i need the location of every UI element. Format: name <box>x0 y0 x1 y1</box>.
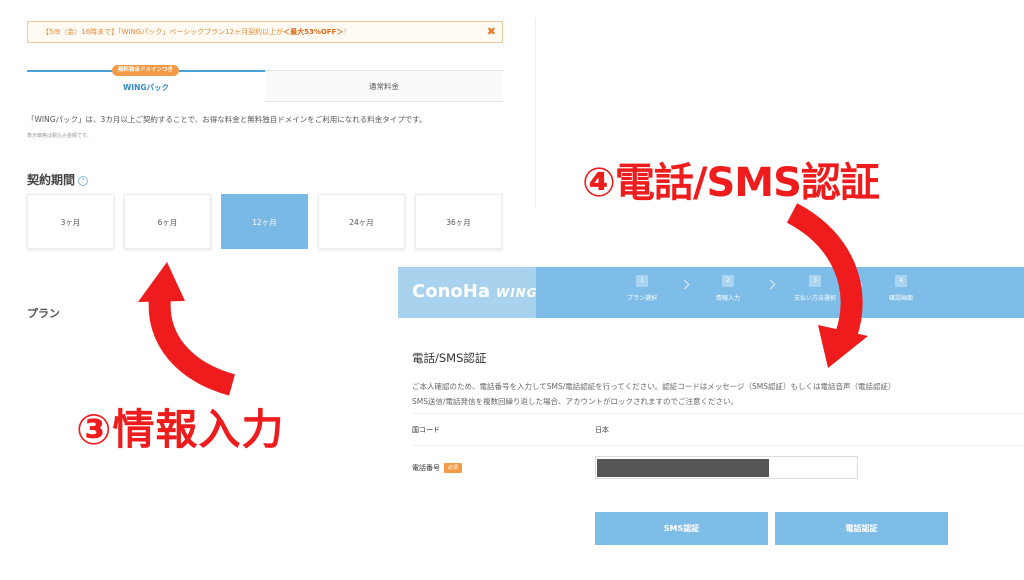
country-code-value: 日本 <box>595 426 609 434</box>
phone-number-label-row: 電話番号 必須 <box>412 463 463 473</box>
verification-description: ご本人確認のため、電話番号を入力してSMS/電話認証を行ってください。認証コード… <box>412 379 896 409</box>
step-number: 3 <box>809 275 821 287</box>
tab-wing-pack-label: WINGパック <box>123 83 169 92</box>
chevron-right-icon <box>852 279 863 290</box>
banner-highlight: ＜最大53%OFF＞ <box>283 28 344 36</box>
step-label: 確認画面 <box>888 295 913 302</box>
wing-pack-description: 「WINGパック」は、3カ月以上ご契約することで、お得な料金と無料独自ドメインを… <box>27 115 427 124</box>
tab-wing-pack[interactable]: 無料独自ドメインつき WINGパック <box>27 65 265 102</box>
pricing-tabs: 無料独自ドメインつき WINGパック 通常料金 <box>27 65 503 102</box>
step-number: 1 <box>636 275 648 287</box>
period-option-24[interactable]: 24ヶ月 <box>318 194 405 249</box>
sms-auth-button[interactable]: SMS認証 <box>595 512 768 545</box>
description-line-2: SMS送信/電話発信を複数回繰り返した場合、アカウントがロックされますのでご注意… <box>412 397 739 406</box>
banner-text-prefix: 【5/9（金）16時まで】「WINGパック」ベーシックプラン12ヶ月契約以上が <box>42 28 284 36</box>
step-label: プラン選択 <box>626 295 657 302</box>
annotation-step-3: ③情報入力 <box>76 405 285 454</box>
phone-number-input[interactable] <box>595 456 858 479</box>
step-label: 支払い方法選択 <box>793 295 836 302</box>
verification-screenshot: ConoHa WING 1 プラン選択 2 情報入力 3 支払い方法選択 4 確認… <box>398 267 1024 580</box>
description-line-1: ご本人確認のため、電話番号を入力してSMS/電話認証を行ってください。認証コード… <box>412 382 896 391</box>
divider <box>412 413 1024 414</box>
help-icon[interactable]: ? <box>78 176 89 186</box>
header-bar: ConoHa WING 1 プラン選択 2 情報入力 3 支払い方法選択 4 確認… <box>398 267 1024 318</box>
period-option-36[interactable]: 36ヶ月 <box>415 194 502 249</box>
tab-normal-price[interactable]: 通常料金 <box>265 70 503 102</box>
period-option-12[interactable]: 12ヶ月 <box>221 194 308 249</box>
redacted-phone-number <box>597 459 769 477</box>
chevron-right-icon <box>765 279 776 290</box>
price-note: 表示価格は税込み金額です。 <box>27 133 92 139</box>
campaign-banner[interactable]: 【5/9（金）16時まで】「WINGパック」ベーシックプラン12ヶ月契約以上が＜… <box>27 21 503 43</box>
period-option-3[interactable]: 3ヶ月 <box>27 194 114 249</box>
contract-period-label: 契約期間 <box>27 173 76 187</box>
step-info-input: 2 情報入力 <box>693 275 763 302</box>
logo-sub-text: WING <box>495 286 538 300</box>
plan-title: プラン <box>27 307 60 320</box>
country-code-label: 国コード <box>412 426 440 434</box>
phone-auth-button[interactable]: 電話認証 <box>775 512 948 545</box>
step-number: 2 <box>722 275 734 287</box>
period-option-6[interactable]: 6ヶ月 <box>124 194 211 249</box>
step-confirm: 4 確認画面 <box>866 275 936 302</box>
phone-number-label: 電話番号 <box>412 464 440 472</box>
chevron-right-icon <box>679 279 690 290</box>
step-number: 4 <box>895 275 907 287</box>
step-plan-select: 1 プラン選択 <box>607 275 677 302</box>
close-icon[interactable]: ✖ <box>487 22 496 42</box>
tab-normal-price-label: 通常料金 <box>369 82 399 91</box>
divider <box>412 445 1024 446</box>
free-domain-badge: 無料独自ドメインつき <box>112 65 180 76</box>
conoha-wing-logo: ConoHa WING <box>412 281 538 302</box>
required-badge: 必須 <box>444 463 463 473</box>
logo-text: ConoHa <box>412 281 490 302</box>
divider <box>535 18 536 208</box>
verification-title: 電話/SMS認証 <box>412 351 487 365</box>
contract-period-title: 契約期間? <box>27 171 89 188</box>
banner-text-suffix: ！ <box>343 28 351 36</box>
annotation-step-4: ④電話/SMS認証 <box>582 160 880 206</box>
step-label: 情報入力 <box>715 295 740 302</box>
step-payment-method: 3 支払い方法選択 <box>780 275 850 302</box>
